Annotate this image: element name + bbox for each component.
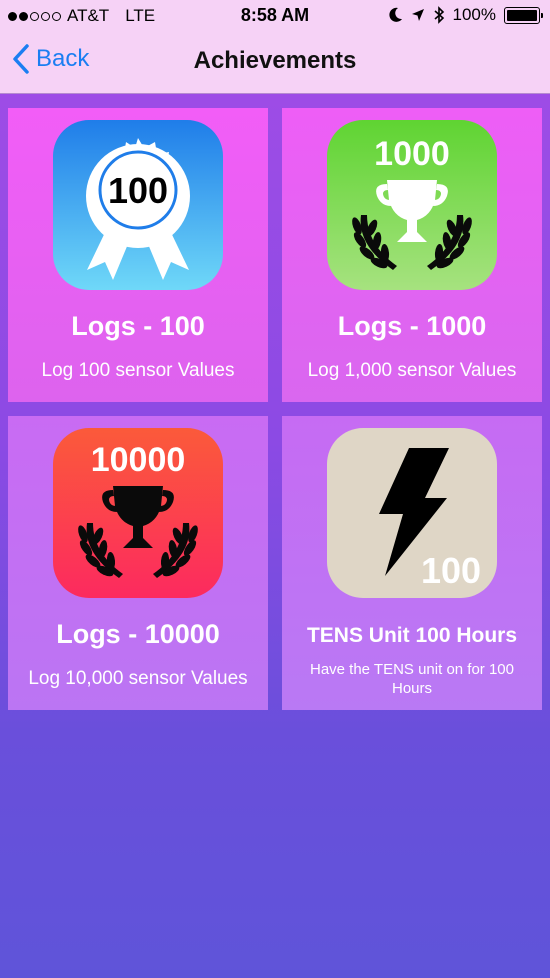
achievement-card[interactable]: 1000 Logs - 1000 Log 1,000 sensor Values: [282, 108, 542, 402]
achievement-card[interactable]: 100 Logs - 100 Log 100 sensor Values: [8, 108, 268, 402]
achievement-card[interactable]: 10000 Logs - 10000 Log 10,000 sensor Val…: [8, 416, 268, 710]
status-right: 100%: [388, 5, 543, 25]
achievement-card[interactable]: 100 TENS Unit 100 Hours Have the TENS un…: [282, 416, 542, 710]
badge-number: 100: [421, 550, 481, 591]
achievement-title: TENS Unit 100 Hours: [306, 624, 518, 647]
achievement-description: Log 100 sensor Values: [41, 360, 235, 381]
bluetooth-icon: [433, 6, 444, 24]
achievement-title: Logs - 10000: [56, 619, 220, 649]
achievement-description: Log 10,000 sensor Values: [28, 668, 248, 689]
page-title: Achievements: [193, 47, 357, 74]
badge-number: 1000: [374, 135, 450, 173]
achievement-description: Have the TENS unit on for 100 Hours: [309, 661, 514, 697]
battery-icon: [504, 6, 543, 24]
ribbon-badge-icon: 100: [53, 120, 223, 290]
battery-percent: 100%: [452, 5, 496, 24]
moon-icon: [388, 7, 402, 22]
navigation-bar: Back Achievements: [0, 30, 550, 94]
location-arrow-icon: [411, 9, 424, 21]
achievement-title: Logs - 1000: [337, 311, 487, 341]
achievement-title: Logs - 100: [71, 311, 205, 341]
achievement-description: Log 1,000 sensor Values: [307, 360, 517, 381]
badge-number: 10000: [91, 441, 186, 479]
trophy-laurel-icon: 10000: [53, 428, 223, 598]
status-bar: AT&T LTE 8:58 AM 100%: [0, 0, 550, 30]
lightning-bolt-icon: 100: [327, 428, 497, 598]
badge-number: 100: [108, 170, 168, 211]
trophy-laurel-icon: 1000: [327, 120, 497, 290]
